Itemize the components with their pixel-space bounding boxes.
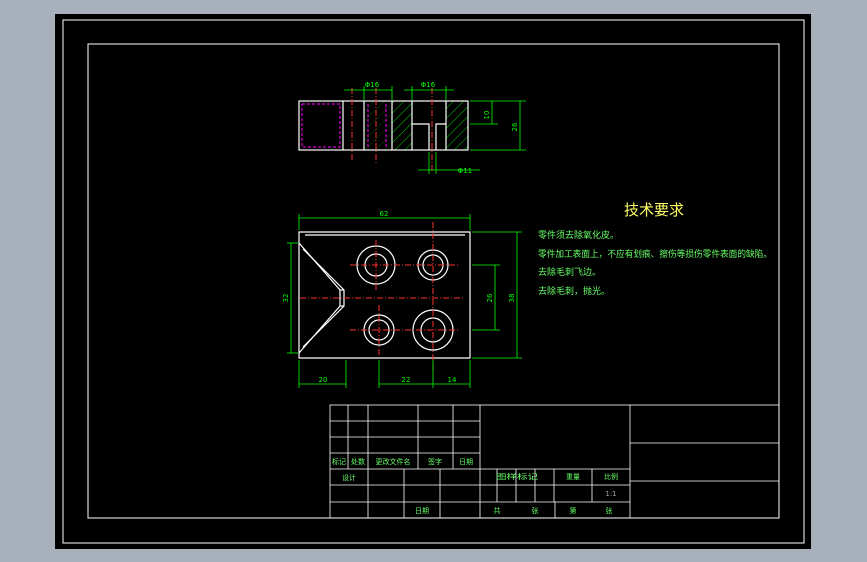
dim-bottom-left: 20 [319,376,328,384]
tech-req-item-1: 零件须去除氧化皮。 [538,229,619,241]
tech-req-item-4: 去除毛刺，抛光。 [538,285,610,297]
tb-scale: 比例 [604,472,618,481]
tb-label-change-doc: 更改文件名 [376,457,411,466]
tb-label-sign: 签字 [428,457,442,466]
tb-sheet-unit: 张 [606,506,613,515]
dim-width: 62 [380,210,389,218]
dim-bottom-right: 14 [448,376,457,384]
dim-top-left: Φ16 [365,81,380,89]
tb-scale-value: 1:1 [605,490,616,498]
dim-right-total: 38 [508,294,516,303]
tb-sheets: 张 [532,506,539,515]
tech-req-item-3: 去除毛刺飞边。 [538,266,601,278]
tech-req-title: 技术要求 [624,201,684,219]
tb-design: 设计 [342,473,356,482]
tb-stage-mark: 图样标记 [496,472,538,481]
tb-label-count: 处数 [351,457,365,466]
dim-right-inner: 26 [486,293,494,302]
dim-top-right: Φ16 [421,81,436,89]
tb-date-bottom: 日期 [415,507,429,515]
tb-total: 共 [494,506,501,515]
tb-label-date: 日期 [459,458,473,466]
dim-left-height: 32 [282,294,290,303]
dim-bottom-mid: 22 [402,376,411,384]
dim-height-total: 26 [511,122,519,131]
tb-weight: 重量 [566,473,580,481]
tb-label-mark: 标记 [332,457,346,466]
tb-sheet-no: 第 [570,506,577,515]
tech-req-item-2: 零件加工表面上，不应有划痕、擦伤等损伤零件表面的缺陷。 [538,248,772,260]
dim-height-small: 10 [483,111,491,120]
dim-bottom: Φ11 [458,167,472,175]
cad-drawing-canvas: Φ16 Φ16 10 26 Φ11 62 32 26 38 20 22 14 技… [55,14,811,549]
